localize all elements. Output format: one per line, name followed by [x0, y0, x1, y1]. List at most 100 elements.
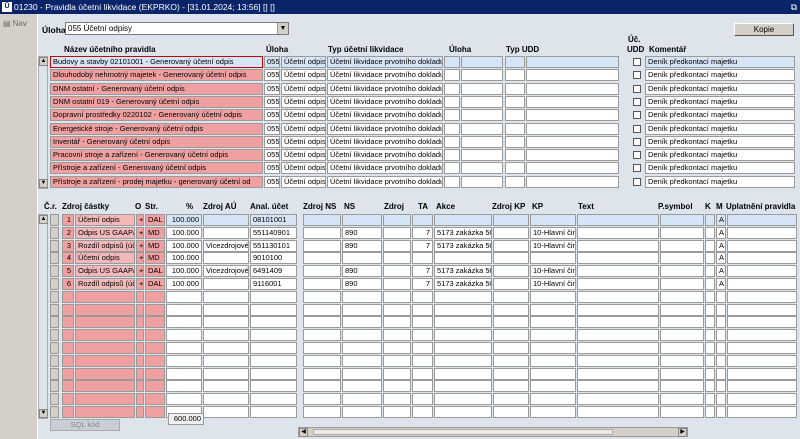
- lines-cell-zdroj_kp[interactable]: [493, 329, 529, 342]
- lines-cell-akce[interactable]: [434, 342, 492, 354]
- rules-cell-uloha_txt[interactable]: Účetní odpis: [281, 95, 326, 108]
- lines-cell-zdroj_au[interactable]: [203, 367, 249, 380]
- rules-cell-e2[interactable]: [461, 95, 503, 108]
- lines-cell-str[interactable]: [145, 329, 165, 342]
- lines-cell-pct[interactable]: 100.000: [166, 226, 202, 239]
- rules-cell-uloha[interactable]: 055: [264, 95, 280, 108]
- rules-cell-komentar[interactable]: Deník předkontací majetku: [645, 135, 795, 148]
- scroll-down-icon[interactable]: ▼: [39, 408, 48, 418]
- lines-cell-zdroj_au[interactable]: [203, 393, 249, 406]
- lines-cell-pct[interactable]: [166, 380, 202, 393]
- lines-cell-zdroj2[interactable]: [383, 290, 411, 303]
- lines-cell-anal[interactable]: 08101001: [250, 214, 297, 226]
- rules-cell-typ[interactable]: Účetní likvidace prvotního dokladu: [327, 149, 443, 162]
- sql-code-button[interactable]: SQL kód: [50, 419, 120, 431]
- lines-cell-zdroj_au[interactable]: [203, 342, 249, 354]
- lines-cell-text[interactable]: [577, 239, 659, 252]
- rules-cell-typ[interactable]: Účetní likvidace prvotního dokladu: [327, 69, 443, 82]
- lines-cell-akce[interactable]: 5173 zakázka 502: [434, 278, 492, 290]
- lines-cell-m[interactable]: A: [716, 252, 726, 265]
- lines-cell-zdroj2[interactable]: [383, 393, 411, 406]
- lines-cell-anal[interactable]: [250, 354, 297, 367]
- lines-cell-o[interactable]: [136, 380, 144, 393]
- rules-cell-uloha_txt[interactable]: Účetní odpis: [281, 135, 326, 148]
- lines-cell-o[interactable]: [136, 316, 144, 329]
- lines-cell-zdroj_ns[interactable]: [303, 354, 341, 367]
- lines-cell-pct[interactable]: [166, 342, 202, 354]
- lines-cell-akce[interactable]: [434, 393, 492, 406]
- lines-cell-zdroj2[interactable]: [383, 239, 411, 252]
- lines-cell-psymbol[interactable]: [660, 367, 704, 380]
- lines-cell-zdroj_kp[interactable]: [493, 380, 529, 393]
- rules-cell-komentar[interactable]: Deník předkontací majetku: [645, 95, 795, 108]
- lines-cell-zdroj_kp[interactable]: [493, 265, 529, 278]
- lines-cell-psymbol[interactable]: [660, 380, 704, 393]
- lines-cell-zdroj_ns[interactable]: [303, 278, 341, 290]
- lines-cell-zdroj2[interactable]: [383, 265, 411, 278]
- rules-cell-e4[interactable]: [526, 135, 619, 148]
- rules-cell-e4[interactable]: [526, 122, 619, 135]
- lines-cell-zdroj2[interactable]: [383, 342, 411, 354]
- lines-cell-zdroj_ns[interactable]: [303, 380, 341, 393]
- lines-cell-zdroj_ns[interactable]: [303, 367, 341, 380]
- lines-cell-kp[interactable]: [530, 303, 576, 316]
- row-selector[interactable]: [50, 239, 59, 252]
- lines-cell-k[interactable]: [705, 342, 715, 354]
- lines-cell-str[interactable]: [145, 303, 165, 316]
- rules-cell-e3[interactable]: [505, 175, 525, 188]
- lines-cell-akce[interactable]: [434, 316, 492, 329]
- lines-cell-pct[interactable]: [166, 354, 202, 367]
- rules-cell-nazev[interactable]: Přístroje a zařízení - prodej majetku - …: [50, 175, 263, 188]
- lines-cell-kp[interactable]: [530, 290, 576, 303]
- lines-cell-zdroj[interactable]: [75, 342, 135, 354]
- lines-cell-str[interactable]: [145, 354, 165, 367]
- lines-cell-zdroj2[interactable]: [383, 329, 411, 342]
- rules-cell-uloha[interactable]: 055: [264, 56, 280, 68]
- row-selector[interactable]: [50, 226, 59, 239]
- lines-cell-text[interactable]: [577, 393, 659, 406]
- rules-cell-e4[interactable]: [526, 162, 619, 175]
- lines-cell-zdroj_au[interactable]: [203, 380, 249, 393]
- lines-cell-k[interactable]: [705, 354, 715, 367]
- scroll-up-icon[interactable]: ▲: [39, 57, 48, 66]
- lines-cell-ns[interactable]: 890: [342, 278, 382, 290]
- row-selector[interactable]: [50, 265, 59, 278]
- lines-cell-psymbol[interactable]: [660, 226, 704, 239]
- rules-vertical-scrollbar[interactable]: ▲ ▼: [38, 56, 48, 189]
- lines-cell-akce[interactable]: 5173 zakázka 502: [434, 226, 492, 239]
- lines-cell-pct[interactable]: 100.000: [166, 278, 202, 290]
- rules-cell-e3[interactable]: [505, 95, 525, 108]
- lines-cell-str[interactable]: [145, 342, 165, 354]
- lines-cell-zdroj[interactable]: Účetní odpis: [75, 214, 135, 226]
- uloha-select[interactable]: 055 Účetní odpisy ▼: [65, 22, 289, 35]
- lines-cell-zdroj2[interactable]: [383, 214, 411, 226]
- lines-cell-anal[interactable]: [250, 367, 297, 380]
- rules-cell-nazev[interactable]: Dlouhodobý nehmotný majetek - Generovaný…: [50, 69, 263, 82]
- lines-cell-str[interactable]: MD: [145, 252, 165, 265]
- lines-cell-m[interactable]: [716, 342, 726, 354]
- lines-cell-psymbol[interactable]: [660, 303, 704, 316]
- lines-cell-ns[interactable]: 890: [342, 226, 382, 239]
- lines-cell-text[interactable]: [577, 278, 659, 290]
- nav-label[interactable]: ▤ Nav: [3, 19, 27, 28]
- lines-cell-text[interactable]: [577, 252, 659, 265]
- lines-cell-uplatneni[interactable]: [727, 354, 797, 367]
- rules-cell-uloha[interactable]: 055: [264, 162, 280, 175]
- lines-cell-anal[interactable]: [250, 406, 297, 418]
- lines-cell-ta[interactable]: [412, 290, 433, 303]
- lines-cell-m[interactable]: A: [716, 239, 726, 252]
- rules-cell-uloha_txt[interactable]: Účetní odpis: [281, 149, 326, 162]
- lines-cell-zdroj[interactable]: Rozdíl odpisů (úč: [75, 278, 135, 290]
- lines-cell-k[interactable]: [705, 226, 715, 239]
- lines-cell-kp[interactable]: 10-Hlavní činno: [530, 239, 576, 252]
- lines-cell-zdroj_kp[interactable]: [493, 316, 529, 329]
- rules-cell-typ[interactable]: Účetní likvidace prvotního dokladu: [327, 56, 443, 68]
- rules-cell-e4[interactable]: [526, 82, 619, 95]
- rules-cell-e4[interactable]: [526, 149, 619, 162]
- lines-cell-anal[interactable]: 551140901: [250, 226, 297, 239]
- lines-cell-anal[interactable]: [250, 303, 297, 316]
- lines-cell-k[interactable]: [705, 239, 715, 252]
- lines-cell-cr[interactable]: [62, 316, 74, 329]
- lines-cell-m[interactable]: [716, 329, 726, 342]
- lines-cell-ns[interactable]: [342, 354, 382, 367]
